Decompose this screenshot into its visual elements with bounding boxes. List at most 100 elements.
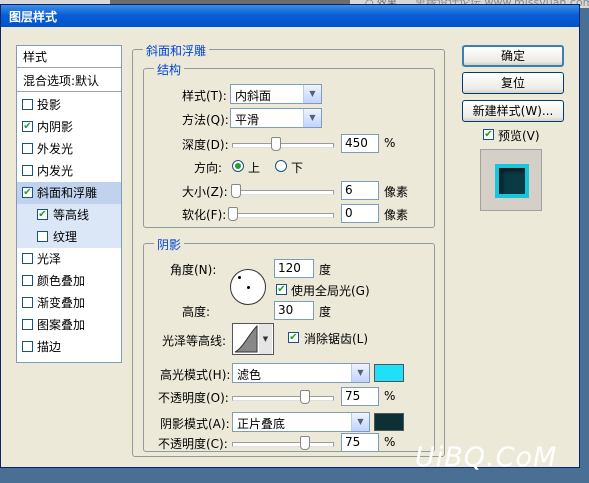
altitude-label: 高度: — [182, 305, 211, 319]
gloss-contour-picker[interactable]: ▼ — [232, 323, 274, 355]
style-item-label: 纹理 — [53, 230, 78, 244]
style-item[interactable]: 光泽 — [17, 248, 121, 270]
antialias-checkbox[interactable]: ✔ — [288, 332, 299, 343]
direction-down-label: 下 — [291, 161, 304, 175]
style-item[interactable]: ✔ 斜面和浮雕 — [17, 182, 121, 204]
style-checkbox[interactable]: ✔ — [22, 187, 33, 198]
style-checkbox[interactable]: ✔ — [37, 209, 48, 220]
style-item-label: 投影 — [37, 98, 62, 112]
title-bar[interactable]: 图层样式 — [1, 5, 579, 27]
style-item-label: 颜色叠加 — [37, 274, 86, 288]
size-label: 大小(Z): — [182, 185, 228, 199]
style-item[interactable]: 颜色叠加 — [17, 270, 121, 292]
bevel-emboss-title: 斜面和浮雕 — [143, 42, 210, 59]
layer-style-dialog: 图层样式 样式 混合选项:默认 投影 ✔ 内阴影 外发光 内发光 ✔ 斜面和浮雕 ✔ 等高线 纹理… — [0, 4, 580, 468]
shadow-mode-label: 阴影模式(A): — [160, 417, 230, 431]
style-checkbox[interactable] — [22, 143, 33, 154]
style-item[interactable]: 内发光 — [17, 160, 121, 182]
chevron-down-icon: ▼ — [351, 413, 369, 431]
style-item-label: 内阴影 — [37, 120, 74, 134]
chevron-down-icon: ▼ — [351, 364, 369, 382]
size-field[interactable]: 6 — [341, 181, 379, 200]
gloss-contour-label: 光泽等高线: — [162, 334, 227, 348]
highlight-opacity-thumb[interactable] — [300, 390, 310, 404]
styles-header-label: 样式 — [23, 50, 48, 64]
style-checkbox[interactable]: ✔ — [22, 121, 33, 132]
highlight-mode-select[interactable]: 滤色 ▼ — [232, 363, 370, 383]
direction-up-radio[interactable] — [232, 160, 244, 172]
highlight-mode-label: 高光模式(H): — [160, 368, 231, 382]
chevron-down-icon: ▼ — [303, 109, 321, 127]
bevel-style-value: 内斜面 — [235, 89, 272, 103]
style-item-label: 等高线 — [53, 208, 90, 222]
highlight-opacity-slider[interactable] — [232, 396, 334, 401]
style-checkbox[interactable] — [22, 253, 33, 264]
size-slider[interactable] — [232, 190, 334, 195]
style-checkbox[interactable] — [37, 231, 48, 242]
preview-swatch — [495, 164, 529, 198]
style-item[interactable]: 图案叠加 — [17, 314, 121, 336]
structure-group: 结构 样式(T): 内斜面 ▼ 方法(Q): 平滑 ▼ 深度(D): 450 %… — [143, 61, 435, 228]
altitude-field[interactable]: 30 — [274, 301, 314, 320]
style-item[interactable]: 投影 — [17, 94, 121, 116]
shadow-opacity-label: 不透明度(C): — [158, 437, 228, 451]
reset-button[interactable]: 复位 — [462, 72, 564, 94]
soften-field[interactable]: 0 — [341, 204, 379, 223]
style-checkbox[interactable] — [22, 165, 33, 176]
style-checkbox[interactable] — [22, 297, 33, 308]
style-item-label: 光泽 — [37, 252, 62, 266]
technique-label: 方法(Q): — [182, 113, 229, 127]
style-checkbox[interactable] — [22, 341, 33, 352]
soften-slider[interactable] — [232, 213, 334, 218]
antialias-label: 消除锯齿(L) — [304, 332, 369, 346]
angle-field[interactable]: 120 — [274, 259, 314, 278]
size-unit: 像素 — [384, 185, 409, 199]
shadow-opacity-unit: % — [384, 435, 396, 449]
shadow-opacity-field[interactable]: 75 — [341, 433, 379, 452]
depth-slider-thumb[interactable] — [271, 137, 282, 151]
bevel-emboss-group: 斜面和浮雕 结构 样式(T): 内斜面 ▼ 方法(Q): 平滑 ▼ 深度(D):… — [132, 42, 445, 457]
style-item[interactable]: 渐变叠加 — [17, 292, 121, 314]
highlight-color-swatch[interactable] — [374, 364, 404, 382]
shadow-color-swatch[interactable] — [374, 413, 404, 431]
ok-button[interactable]: 确定 — [462, 45, 564, 67]
highlight-opacity-field[interactable]: 75 — [341, 387, 379, 406]
shadow-mode-select[interactable]: 正片叠底 ▼ — [232, 412, 370, 432]
angle-label: 角度(N): — [170, 263, 217, 277]
angle-unit: 度 — [319, 263, 332, 277]
style-item-label: 描边 — [37, 340, 62, 354]
styles-header[interactable]: 样式 — [17, 46, 121, 68]
style-item[interactable]: ✔ 等高线 — [17, 204, 121, 226]
chevron-down-icon: ▼ — [303, 85, 321, 103]
angle-dial[interactable] — [230, 269, 266, 305]
shadow-opacity-slider[interactable] — [232, 442, 334, 447]
depth-slider[interactable] — [232, 143, 334, 148]
technique-select[interactable]: 平滑 ▼ — [230, 108, 322, 128]
depth-label: 深度(D): — [182, 138, 229, 152]
style-label: 样式(T): — [182, 89, 227, 103]
style-checkbox[interactable] — [22, 99, 33, 110]
soften-unit: 像素 — [384, 208, 409, 222]
new-style-button[interactable]: 新建样式(W)... — [462, 100, 564, 122]
depth-field[interactable]: 450 — [341, 134, 379, 153]
style-checkbox[interactable] — [22, 319, 33, 330]
style-item[interactable]: ✔ 内阴影 — [17, 116, 121, 138]
shadow-opacity-thumb[interactable] — [300, 436, 310, 450]
soften-slider-thumb[interactable] — [228, 207, 238, 221]
bevel-style-select[interactable]: 内斜面 ▼ — [230, 84, 322, 104]
style-item[interactable]: 外发光 — [17, 138, 121, 160]
style-checkbox[interactable] — [22, 275, 33, 286]
preview-checkbox[interactable]: ✔ — [483, 129, 494, 140]
depth-unit: % — [384, 136, 396, 150]
styles-list: 样式 混合选项:默认 投影 ✔ 内阴影 外发光 内发光 ✔ 斜面和浮雕 ✔ 等高线 纹理 光泽 颜色叠… — [16, 45, 122, 363]
global-light-checkbox[interactable]: ✔ — [276, 284, 287, 295]
soften-label: 软化(F): — [182, 208, 227, 222]
style-item[interactable]: 描边 — [17, 336, 121, 358]
shading-group: 阴影 角度(N): 120 度 ✔ 使用全局光(G) 高度: 30 度 光泽等高… — [143, 236, 435, 452]
direction-down-radio[interactable] — [275, 160, 287, 172]
size-slider-thumb[interactable] — [230, 184, 241, 198]
blending-options-item[interactable]: 混合选项:默认 — [17, 70, 121, 92]
style-item[interactable]: 纹理 — [17, 226, 121, 248]
style-item-label: 图案叠加 — [37, 318, 86, 332]
direction-label: 方向: — [194, 161, 223, 175]
